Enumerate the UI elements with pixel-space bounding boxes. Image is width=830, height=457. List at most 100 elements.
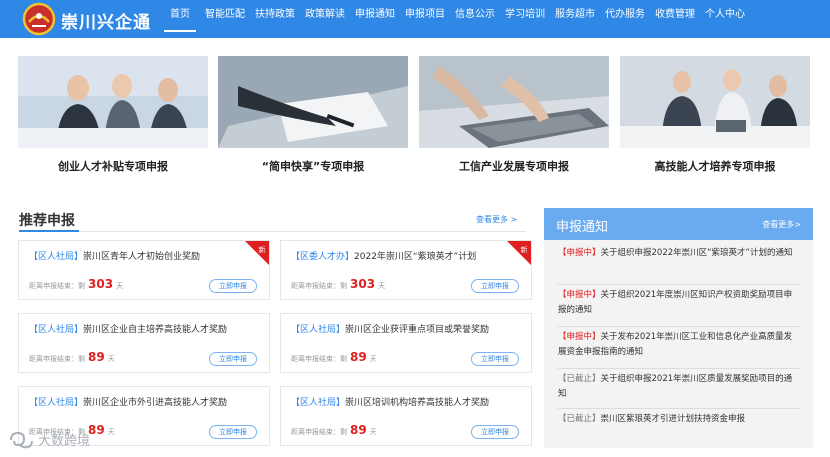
banner-skilled-talent-training[interactable]: 高技能人才培养专项申报: [620, 56, 810, 174]
card-title-text: 崇川区青年人才初始创业奖励: [83, 252, 201, 262]
apply-now-button[interactable]: 立即申报: [471, 425, 519, 439]
deadline-prefix: 距离申报结束：剩: [291, 282, 347, 290]
nav-item-7[interactable]: 学习培训: [500, 0, 550, 38]
recommend-card[interactable]: 【区人社局】崇川区企业自主培养高技能人才奖励 距离申报结束：剩 89 天 立即申报: [18, 313, 270, 373]
apply-now-button[interactable]: 立即申报: [471, 352, 519, 366]
remaining-days: 89: [350, 423, 367, 437]
nav-item-9[interactable]: 代办服务: [600, 0, 650, 38]
recommend-more-link[interactable]: 查看更多 >: [476, 214, 517, 225]
card-title[interactable]: 【区人社局】崇川区青年人才初始创业奖励: [29, 249, 255, 262]
main-nav: 首页 智能匹配 扶持政策 政策解读 申报通知 申报项目 信息公示 学习培训 服务超市 代办服务 收费…: [160, 0, 750, 38]
notice-item[interactable]: 【申报中】关于发布2021年崇川区工业和信息化产业高质量发展资金申报指南的通知: [558, 330, 800, 360]
notice-item[interactable]: 【申报中】关于组织申报2022年崇川区“紫琅英才”计划的通知: [558, 246, 800, 261]
card-title[interactable]: 【区人社局】崇川区企业获评重点项目或荣誉奖励: [291, 322, 517, 335]
apply-now-button[interactable]: 立即申报: [209, 352, 257, 366]
section-divider: [19, 231, 526, 232]
deadline-prefix: 距离申报结束：剩: [291, 428, 347, 436]
card-deadline: 距离申报结束：剩 89 天: [291, 350, 377, 364]
deadline-prefix: 距离申报结束：剩: [29, 355, 85, 363]
banner-photo-business-team: [18, 56, 208, 148]
notice-item[interactable]: 【申报中】关于组织2021年度崇川区知识产权资助奖励项目申报的通知: [558, 288, 800, 318]
card-department-tag: 【区人社局】: [29, 252, 84, 262]
card-department-tag: 【区委人才办】: [291, 252, 355, 262]
nav-item-2[interactable]: 扶持政策: [250, 0, 300, 38]
recommend-card[interactable]: 【区人社局】崇川区青年人才初始创业奖励距离申报结束：剩 303 天 立即申报 新: [18, 240, 270, 300]
apply-now-button[interactable]: 立即申报: [209, 425, 257, 439]
nav-item-3[interactable]: 政策解读: [300, 0, 350, 38]
banner-industry-development[interactable]: 工信产业发展专项申报: [419, 56, 609, 174]
notice-item[interactable]: 【已截止】关于组织申报2021年崇川区质量发展奖励项目的通知: [558, 372, 800, 402]
notice-status: 【已截止】: [558, 414, 601, 424]
remaining-days: 303: [350, 277, 376, 291]
recommend-section-title: 推荐申报: [19, 213, 75, 229]
nav-item-0[interactable]: 首页: [160, 0, 200, 38]
card-title[interactable]: 【区委人才办】2022年崇川区“紫琅英才”计划: [291, 249, 517, 262]
new-badge-icon: 新: [507, 241, 531, 265]
banner-row: 创业人才补贴专项申报 “简申快享”专项申报 工信产业发展专项申报 高技能人才培养…: [18, 56, 810, 178]
remaining-days: 303: [88, 277, 114, 291]
banner-caption: 工信产业发展专项申报: [459, 160, 569, 173]
nav-item-10[interactable]: 收费管理: [650, 0, 700, 38]
card-title[interactable]: 【区人社局】崇川区企业自主培养高技能人才奖励: [29, 322, 255, 335]
notice-divider: [558, 368, 800, 369]
brand-name[interactable]: 崇川兴企通: [61, 8, 151, 33]
banner-photo-laptop-typing: [419, 56, 609, 148]
nav-item-1[interactable]: 智能匹配: [200, 0, 250, 38]
remaining-days: 89: [350, 350, 367, 364]
notice-panel: 申报通知 查看更多> 【申报中】关于组织申报2022年崇川区“紫琅英才”计划的通…: [544, 208, 813, 448]
banner-caption: 创业人才补贴专项申报: [58, 160, 168, 173]
recommend-card[interactable]: 【区人社局】崇川区企业获评重点项目或荣誉奖励 距离申报结束：剩 89 天 立即申报: [280, 313, 532, 373]
days-unit: 天: [369, 355, 377, 363]
days-unit: 天: [369, 428, 377, 436]
notice-status: 【申报中】: [558, 248, 601, 258]
notice-status: 【申报中】: [558, 290, 601, 300]
days-unit: 天: [378, 282, 386, 290]
new-badge-icon: 新: [245, 241, 269, 265]
card-title-text: 崇川区企业获评重点项目或荣誉奖励: [345, 325, 490, 335]
card-department-tag: 【区人社局】: [291, 325, 346, 335]
notice-panel-title: 申报通知: [556, 220, 609, 235]
card-deadline: 距离申报结束：剩 89 天: [291, 423, 377, 437]
notice-divider: [558, 326, 800, 327]
brand-logo-icon[interactable]: [22, 2, 56, 36]
recommend-card[interactable]: 【区人社局】崇川区培训机构培养高技能人才奖励 距离申报结束：剩 89 天 立即申报: [280, 386, 532, 446]
card-title[interactable]: 【区人社局】崇川区企业市外引进高技能人才奖励: [29, 395, 255, 408]
apply-now-button[interactable]: 立即申报: [209, 279, 257, 293]
banner-caption: 高技能人才培养专项申报: [654, 160, 776, 173]
card-deadline: 距离申报结束：剩 89 天: [29, 350, 115, 364]
apply-now-button[interactable]: 立即申报: [471, 279, 519, 293]
banner-quick-apply[interactable]: “简申快享”专项申报: [218, 56, 408, 174]
nav-item-11[interactable]: 个人中心: [700, 0, 750, 38]
notice-divider: [558, 408, 800, 409]
card-title-text: 崇川区企业自主培养高技能人才奖励: [83, 325, 228, 335]
banner-caption: “简申快享”专项申报: [261, 160, 365, 173]
card-department-tag: 【区人社局】: [291, 398, 346, 408]
days-unit: 天: [107, 428, 115, 436]
notice-status: 【申报中】: [558, 332, 601, 342]
new-badge-label: 新: [521, 245, 528, 254]
notice-panel-header: 申报通知 查看更多>: [544, 208, 813, 240]
card-title-text: 崇川区培训机构培养高技能人才奖励: [345, 398, 490, 408]
banner-entrepreneur-subsidy[interactable]: 创业人才补贴专项申报: [18, 56, 208, 174]
card-title[interactable]: 【区人社局】崇川区培训机构培养高技能人才奖励: [291, 395, 517, 408]
card-title-text: 2022年崇川区“紫琅英才”计划: [354, 252, 477, 262]
recommend-card[interactable]: 【区委人才办】2022年崇川区“紫琅英才”计划 距离申报结束：剩 303 天 立即申报 新: [280, 240, 532, 300]
days-unit: 天: [116, 282, 124, 290]
nav-item-4[interactable]: 申报通知: [350, 0, 400, 38]
notice-divider: [558, 284, 800, 285]
deadline-prefix: 距离申报结束：剩: [291, 355, 347, 363]
days-unit: 天: [107, 355, 115, 363]
notice-more-link[interactable]: 查看更多>: [762, 219, 801, 230]
card-deadline: 距离申报结束：剩 303 天: [291, 277, 385, 291]
nav-item-6[interactable]: 信息公示: [450, 0, 500, 38]
deadline-prefix: 距离申报结束：剩: [29, 282, 85, 290]
nav-item-5[interactable]: 申报项目: [400, 0, 450, 38]
banner-photo-signing-document: [218, 56, 408, 148]
watermark: 大数跨境: [8, 430, 90, 449]
card-title-text: 崇川区企业市外引进高技能人才奖励: [83, 398, 228, 408]
new-badge-label: 新: [259, 245, 266, 254]
notice-item[interactable]: 【已截止】崇川区紫琅英才引进计划扶持资金申报: [558, 412, 800, 427]
nav-item-8[interactable]: 服务超市: [550, 0, 600, 38]
watermark-logo-icon: [10, 431, 33, 448]
notice-text: 崇川区紫琅英才引进计划扶持资金申报: [600, 414, 746, 424]
